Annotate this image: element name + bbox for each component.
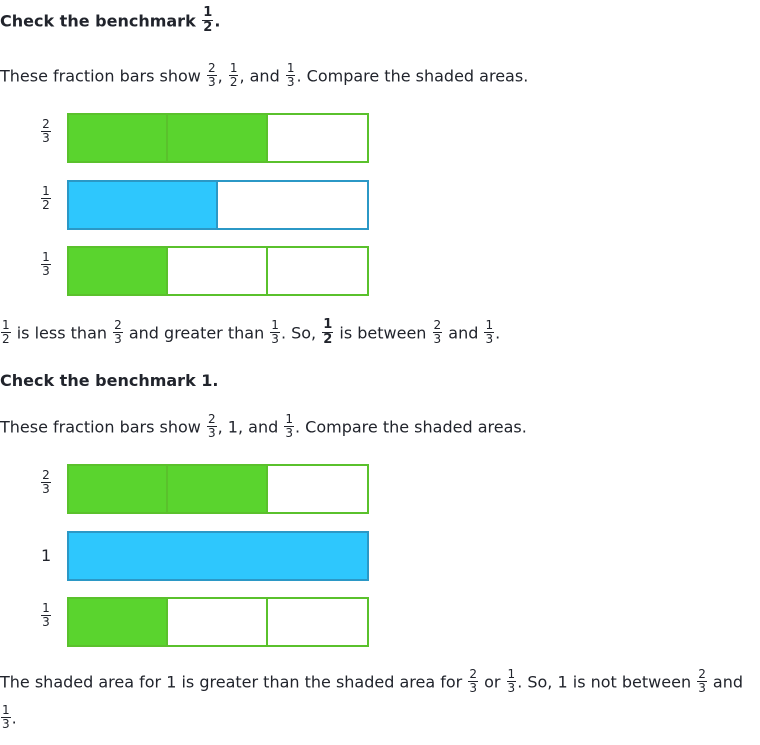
- bar-segment: [168, 115, 268, 161]
- bar-label-one-third: 13: [41, 601, 51, 629]
- fraction-bar-one-third: [67, 597, 369, 647]
- bar-segment: [268, 248, 367, 294]
- bar-segment: [69, 248, 169, 294]
- bar-segment: [69, 599, 169, 645]
- fraction-bar-two-thirds: [67, 113, 369, 163]
- bar-segment: [218, 182, 367, 228]
- bar-segment: [168, 599, 268, 645]
- bar-segment: [168, 248, 268, 294]
- fraction-bar-one: [67, 531, 369, 581]
- bar-label-one-third: 13: [41, 250, 51, 278]
- bar-label-two-thirds: 23: [41, 468, 51, 496]
- fraction-bar-two-thirds: [67, 464, 369, 514]
- section2-heading: Check the benchmark 1.: [0, 371, 219, 390]
- section2-conclusion: The shaded area for 1 is greater than th…: [0, 667, 744, 695]
- fraction-one-half: 12: [228, 61, 239, 89]
- section1-heading: Check the benchmark 12.: [0, 5, 221, 35]
- fraction-bar-one-third: [67, 246, 369, 296]
- bar-segment: [268, 599, 367, 645]
- section2-intro: These fraction bars show 23, 1, and 13. …: [0, 412, 527, 440]
- bar-segment: [168, 466, 268, 512]
- fraction-bar-one-half: [67, 180, 369, 230]
- bar-label-one-half: 12: [41, 184, 51, 212]
- section1-heading-text: Check the benchmark: [0, 11, 196, 31]
- bar-label-two-thirds: 23: [41, 117, 51, 145]
- bar-label-one: 1: [41, 546, 52, 565]
- section2-conclusion-wrap: 13.: [1, 703, 17, 731]
- fraction-two-thirds: 23: [206, 61, 217, 89]
- section1-conclusion: 12 is less than 23 and greater than 13. …: [1, 317, 501, 347]
- bar-segment: [69, 115, 169, 161]
- bar-segment: [69, 466, 169, 512]
- bar-segment: [268, 115, 367, 161]
- benchmark-half-fraction: 12: [202, 5, 214, 35]
- bar-segment: [69, 533, 367, 579]
- fraction-one-third: 13: [285, 61, 296, 89]
- bar-segment: [69, 182, 218, 228]
- bar-segment: [268, 466, 367, 512]
- section1-intro: These fraction bars show 23, 12, and 13.…: [0, 61, 529, 89]
